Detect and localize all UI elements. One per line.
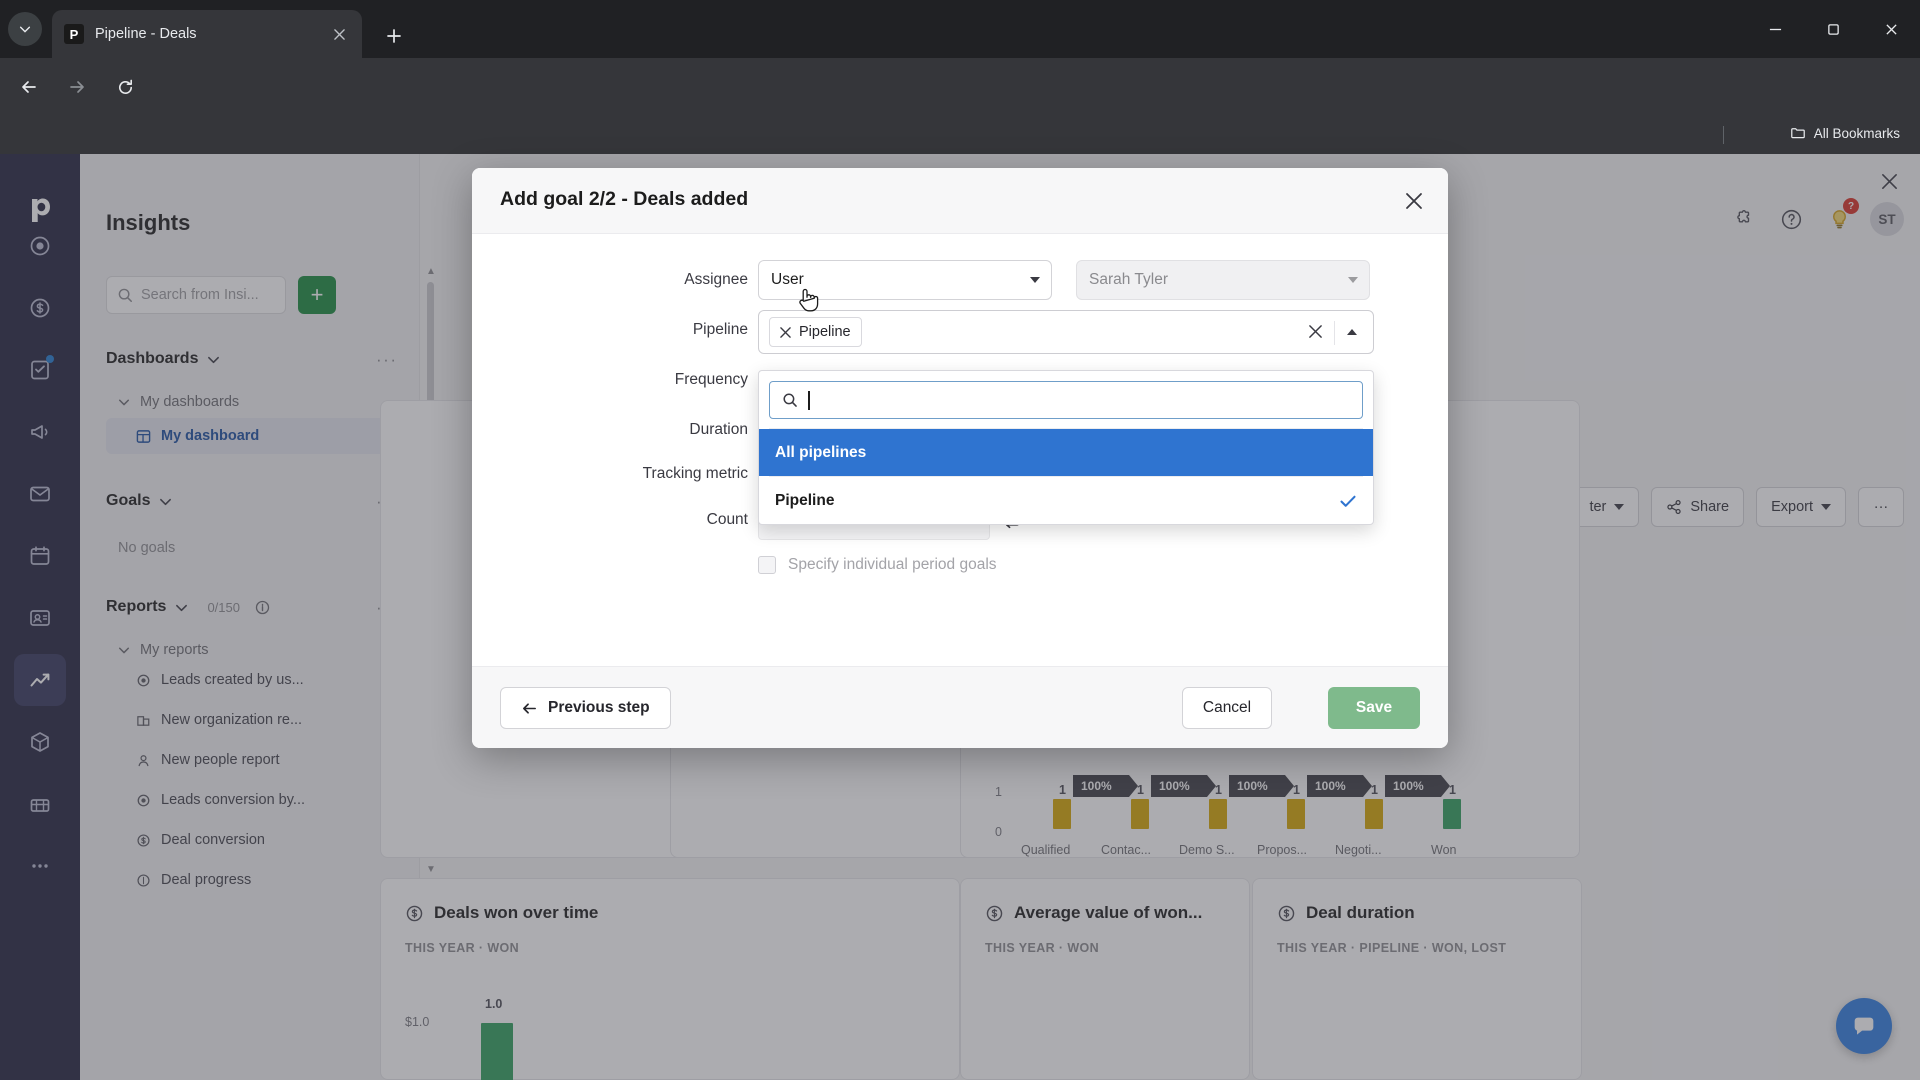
- save-button[interactable]: Save: [1328, 687, 1420, 729]
- all-bookmarks-label: All Bookmarks: [1813, 125, 1900, 141]
- pipeline-chip-label: Pipeline: [799, 324, 851, 340]
- field-row-pipeline: Pipeline Pipeline: [472, 310, 1448, 356]
- close-icon: [1309, 325, 1322, 338]
- chevron-down-icon: [1030, 277, 1040, 283]
- previous-step-label: Previous step: [548, 699, 650, 716]
- browser-window: P Pipeline - Deals All Bookmarks Insight…: [0, 0, 1920, 1080]
- dropdown-search-input[interactable]: [769, 381, 1363, 419]
- tab-search-button[interactable]: [8, 12, 42, 46]
- folder-icon: [1790, 128, 1805, 139]
- dropdown-search-wrap: [759, 371, 1373, 428]
- forward-button[interactable]: [62, 72, 92, 102]
- text-cursor: [808, 390, 810, 410]
- modal-title: Add goal 2/2 - Deals added: [500, 188, 749, 210]
- dropdown-option-label: All pipelines: [775, 443, 867, 461]
- clear-selection-button[interactable]: [1308, 324, 1323, 344]
- specify-period-goals-row[interactable]: Specify individual period goals: [758, 556, 997, 574]
- assignee-label: Assignee: [684, 271, 748, 288]
- tab-close-button[interactable]: [328, 23, 350, 45]
- chevron-down-icon: [19, 26, 31, 33]
- tab-favicon: P: [64, 24, 84, 44]
- pipeline-multiselect-box[interactable]: Pipeline: [758, 310, 1374, 354]
- reload-button[interactable]: [110, 72, 140, 102]
- reload-icon: [118, 79, 132, 94]
- multiselect-divider: [1334, 321, 1335, 345]
- previous-step-button[interactable]: Previous step: [500, 687, 671, 729]
- assignee-type-value-wrap[interactable]: User: [758, 260, 1052, 300]
- modal-footer: Previous step Cancel Save: [472, 666, 1448, 748]
- new-tab-button[interactable]: [380, 22, 408, 50]
- dropdown-option-pipeline[interactable]: Pipeline: [759, 477, 1373, 524]
- bookmarks-divider: [1723, 126, 1724, 144]
- window-controls: [1746, 0, 1920, 58]
- pipeline-multiselect[interactable]: Pipeline: [758, 310, 1374, 354]
- close-icon: [1885, 23, 1897, 35]
- field-row-assignee: Assignee User Sarah Tyler: [472, 260, 1448, 306]
- arrow-left-icon: [523, 702, 536, 714]
- assignee-user-value-wrap[interactable]: Sarah Tyler: [1076, 260, 1370, 300]
- assignee-type-value: User: [771, 271, 804, 288]
- maximize-icon: [1827, 23, 1839, 35]
- dropdown-option-label: Pipeline: [775, 491, 835, 509]
- add-goal-modal: Add goal 2/2 - Deals added Assignee User…: [472, 168, 1448, 748]
- tab-title: Pipeline - Deals: [95, 26, 197, 42]
- duration-label: Duration: [689, 421, 748, 438]
- tracking-metric-label: Tracking metric: [642, 465, 748, 482]
- frequency-label: Frequency: [674, 371, 748, 388]
- chevron-down-icon: [1348, 277, 1358, 283]
- pipeline-label: Pipeline: [692, 321, 748, 338]
- close-window-button[interactable]: [1862, 0, 1920, 58]
- count-label: Count: [706, 511, 748, 528]
- all-bookmarks-button[interactable]: All Bookmarks: [1790, 125, 1900, 141]
- pipeline-chip[interactable]: Pipeline: [769, 317, 862, 347]
- pipeline-dropdown: All pipelines Pipeline: [758, 370, 1374, 525]
- plus-icon: [387, 29, 401, 43]
- save-label: Save: [1355, 699, 1393, 716]
- specify-period-goals-label: Specify individual period goals: [788, 556, 997, 573]
- minimize-icon: [1769, 28, 1781, 30]
- close-icon: [333, 28, 345, 40]
- tab-strip: P Pipeline - Deals: [0, 0, 1920, 58]
- browser-toolbar: moodjoy.pipedrive.com/progress/insights/…: [0, 58, 1920, 164]
- bookmarks-bar: All Bookmarks: [0, 116, 1920, 154]
- assignee-user-select[interactable]: Sarah Tyler: [1076, 260, 1370, 300]
- arrow-right-icon: [70, 81, 84, 93]
- back-button[interactable]: [14, 72, 44, 102]
- check-icon: [1340, 495, 1356, 507]
- browser-tab[interactable]: P Pipeline - Deals: [52, 10, 362, 58]
- dropdown-option-all-pipelines[interactable]: All pipelines: [759, 429, 1373, 476]
- close-icon: [1406, 193, 1422, 209]
- assignee-user-value: Sarah Tyler: [1089, 271, 1168, 288]
- close-icon[interactable]: [780, 326, 791, 338]
- cancel-button[interactable]: Cancel: [1182, 687, 1272, 729]
- cancel-label: Cancel: [1202, 699, 1252, 716]
- specify-period-goals-checkbox[interactable]: [758, 556, 776, 574]
- chevron-up-icon[interactable]: [1347, 329, 1357, 335]
- arrow-left-icon: [22, 81, 36, 93]
- maximize-button[interactable]: [1804, 0, 1862, 58]
- assignee-type-select[interactable]: User: [758, 260, 1052, 300]
- search-icon: [783, 393, 797, 407]
- modal-close-button[interactable]: [1398, 185, 1430, 217]
- minimize-button[interactable]: [1746, 0, 1804, 58]
